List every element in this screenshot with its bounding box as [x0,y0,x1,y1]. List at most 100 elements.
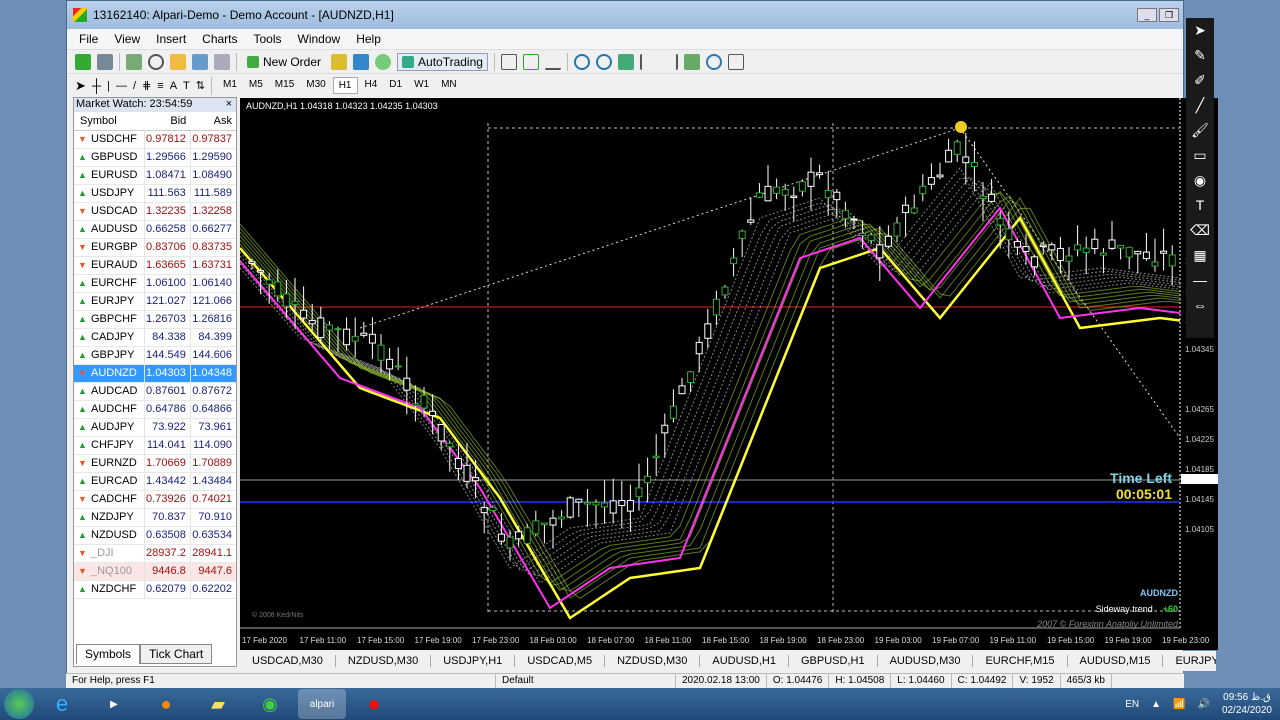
minus-icon[interactable]: — [1190,272,1210,290]
market-icon[interactable] [375,53,392,70]
market-watch-icon[interactable] [126,53,142,70]
chart-tab[interactable]: USDJPY,H1 [431,655,516,667]
market-watch-row[interactable]: ▲ CHFJPY 114.041 114.090 [74,436,236,455]
expand-icon[interactable]: ⇔ [1190,297,1210,315]
market-watch-row[interactable]: ▼ USDCHF 0.97812 0.97837 [74,130,236,149]
market-watch-row[interactable]: ▲ NZDUSD 0.63508 0.63534 [74,526,236,545]
fibonacci-icon[interactable]: ⋕ [142,79,151,92]
menu-charts[interactable]: Charts [194,32,245,46]
timeframe-mn[interactable]: MN [436,77,462,94]
templates-icon[interactable] [727,53,744,70]
menu-tools[interactable]: Tools [246,32,290,46]
language-indicator[interactable]: EN [1125,699,1139,710]
timeframe-m5[interactable]: M5 [244,77,268,94]
chart-shift-icon[interactable] [662,53,678,70]
menu-insert[interactable]: Insert [148,32,194,46]
tile-windows-icon[interactable] [617,53,634,70]
market-watch-row[interactable]: ▼ EURNZD 1.70669 1.70889 [74,454,236,473]
tray-arrow-icon[interactable]: ▲ [1151,699,1161,710]
signals-icon[interactable] [353,53,370,70]
timeframe-m15[interactable]: M15 [270,77,299,94]
market-watch-row[interactable]: ▲ EURJPY 121.027 121.066 [74,292,236,311]
autoscroll-icon[interactable] [639,53,656,70]
menu-window[interactable]: Window [290,32,349,46]
column-ask[interactable]: Ask [190,112,236,131]
restore-button[interactable]: ❐ [1159,8,1179,22]
horizontal-line-icon[interactable]: — [116,80,127,92]
chart-tab[interactable]: AUDUSD,M30 [878,655,974,667]
media-player-icon[interactable]: ▶ [90,689,138,719]
market-watch-row[interactable]: ▲ NZDCHF 0.62079 0.62202 [74,580,236,599]
timeframe-h1[interactable]: H1 [332,77,358,94]
line-chart-icon[interactable] [544,54,561,70]
menu-help[interactable]: Help [348,32,389,46]
marker-icon[interactable]: ✐ [1190,72,1210,90]
crosshair-icon[interactable]: ┼ [92,78,101,93]
bar-chart-icon[interactable] [500,53,517,70]
market-watch-row[interactable]: ▼ EURAUD 1.63665 1.63731 [74,256,236,275]
vertical-line-icon[interactable]: | [107,80,110,92]
chart-tab[interactable]: USDCAD,M5 [515,655,606,667]
market-watch-row[interactable]: ▼ _DJI 28937.2 28941.1 [74,544,236,563]
text-label-icon[interactable]: T [183,80,190,92]
brush-icon[interactable]: 🖌 [1190,122,1210,140]
market-watch-row[interactable]: ▲ AUDCAD 0.87601 0.87672 [74,382,236,401]
tab-symbols[interactable]: Symbols [76,644,141,664]
candlestick-icon[interactable] [522,53,539,70]
market-watch-row[interactable]: ▼ CADCHF 0.73926 0.74021 [74,490,236,509]
chart-tab[interactable]: USDCAD,M30 [240,655,336,667]
chart-tab[interactable]: NZDUSD,M30 [336,655,432,667]
trendline-icon[interactable]: / [133,80,136,92]
market-watch-row[interactable]: ▲ EURCAD 1.43442 1.43484 [74,472,236,491]
market-watch-row[interactable]: ▲ GBPJPY 144.549 144.606 [74,346,236,365]
start-button[interactable] [4,689,34,719]
market-watch-row[interactable]: ▲ GBPUSD 1.29566 1.29590 [74,148,236,167]
new-order-button[interactable]: New Order [243,54,325,70]
market-watch-row[interactable]: ▼ USDCAD 1.32235 1.32258 [74,202,236,221]
zoom-out-icon[interactable] [595,53,612,70]
menu-file[interactable]: File [71,32,106,46]
firefox-icon[interactable]: ● [142,689,190,719]
crosshair-navigator-icon[interactable] [148,53,164,70]
market-watch-row[interactable]: ▲ USDJPY 111.563 111.589 [74,184,236,203]
record-icon[interactable]: ● [350,689,398,719]
palette-icon[interactable]: ◉ [1190,172,1210,190]
chart-tab[interactable]: NZDUSD,M30 [605,655,701,667]
timeframe-m1[interactable]: M1 [218,77,242,94]
close-icon[interactable]: × [226,98,232,112]
price-chart[interactable]: 1.044651.044251.043851.043451.042651.042… [240,98,1218,650]
pen-icon[interactable]: ✎ [1190,47,1210,65]
cursor-icon[interactable]: ➤ [75,78,86,94]
market-watch-row[interactable]: ▼ _NQ100 9446.8 9447.6 [74,562,236,581]
autotrading-button[interactable]: AutoTrading [397,52,488,71]
navigator-icon[interactable] [170,53,186,70]
timeframe-d1[interactable]: D1 [384,77,407,94]
arrows-icon[interactable]: ⇅ [196,79,205,92]
market-watch-row[interactable]: ▼ EURGBP 0.83706 0.83735 [74,238,236,257]
terminal-icon[interactable] [192,53,208,70]
taskbar-alpari[interactable]: alpari [298,689,346,719]
new-chart-icon[interactable] [75,53,91,70]
market-watch-row[interactable]: ▼ AUDNZD 1.04303 1.04348 [74,364,236,383]
market-watch-row[interactable]: ▲ NZDJPY 70.837 70.910 [74,508,236,527]
market-watch-row[interactable]: ▲ EURUSD 1.08471 1.08490 [74,166,236,185]
minimize-button[interactable]: _ [1137,8,1157,22]
rectangle-icon[interactable]: ▭ [1190,147,1210,165]
timeframe-m30[interactable]: M30 [301,77,330,94]
pointer-icon[interactable]: ➤ [1190,22,1210,40]
channel-icon[interactable]: ≡ [157,80,163,92]
chrome-icon[interactable]: ◉ [246,689,294,719]
text-icon[interactable]: A [170,80,177,92]
column-bid[interactable]: Bid [144,112,191,131]
tab-tick-chart[interactable]: Tick Chart [140,644,213,664]
market-watch-row[interactable]: ▲ AUDJPY 73.922 73.961 [74,418,236,437]
ie-icon[interactable]: e [38,689,86,719]
market-watch-row[interactable]: ▲ GBPCHF 1.26703 1.26816 [74,310,236,329]
market-watch-row[interactable]: ▲ CADJPY 84.338 84.399 [74,328,236,347]
metaeditor-icon[interactable] [331,53,348,70]
network-icon[interactable]: 📶 [1173,699,1185,710]
chart-tab[interactable]: EURCHF,M15 [973,655,1068,667]
market-watch-row[interactable]: ▲ AUDCHF 0.64786 0.64866 [74,400,236,419]
profiles-icon[interactable] [97,53,113,70]
grid-icon[interactable]: ▦ [1190,247,1210,265]
